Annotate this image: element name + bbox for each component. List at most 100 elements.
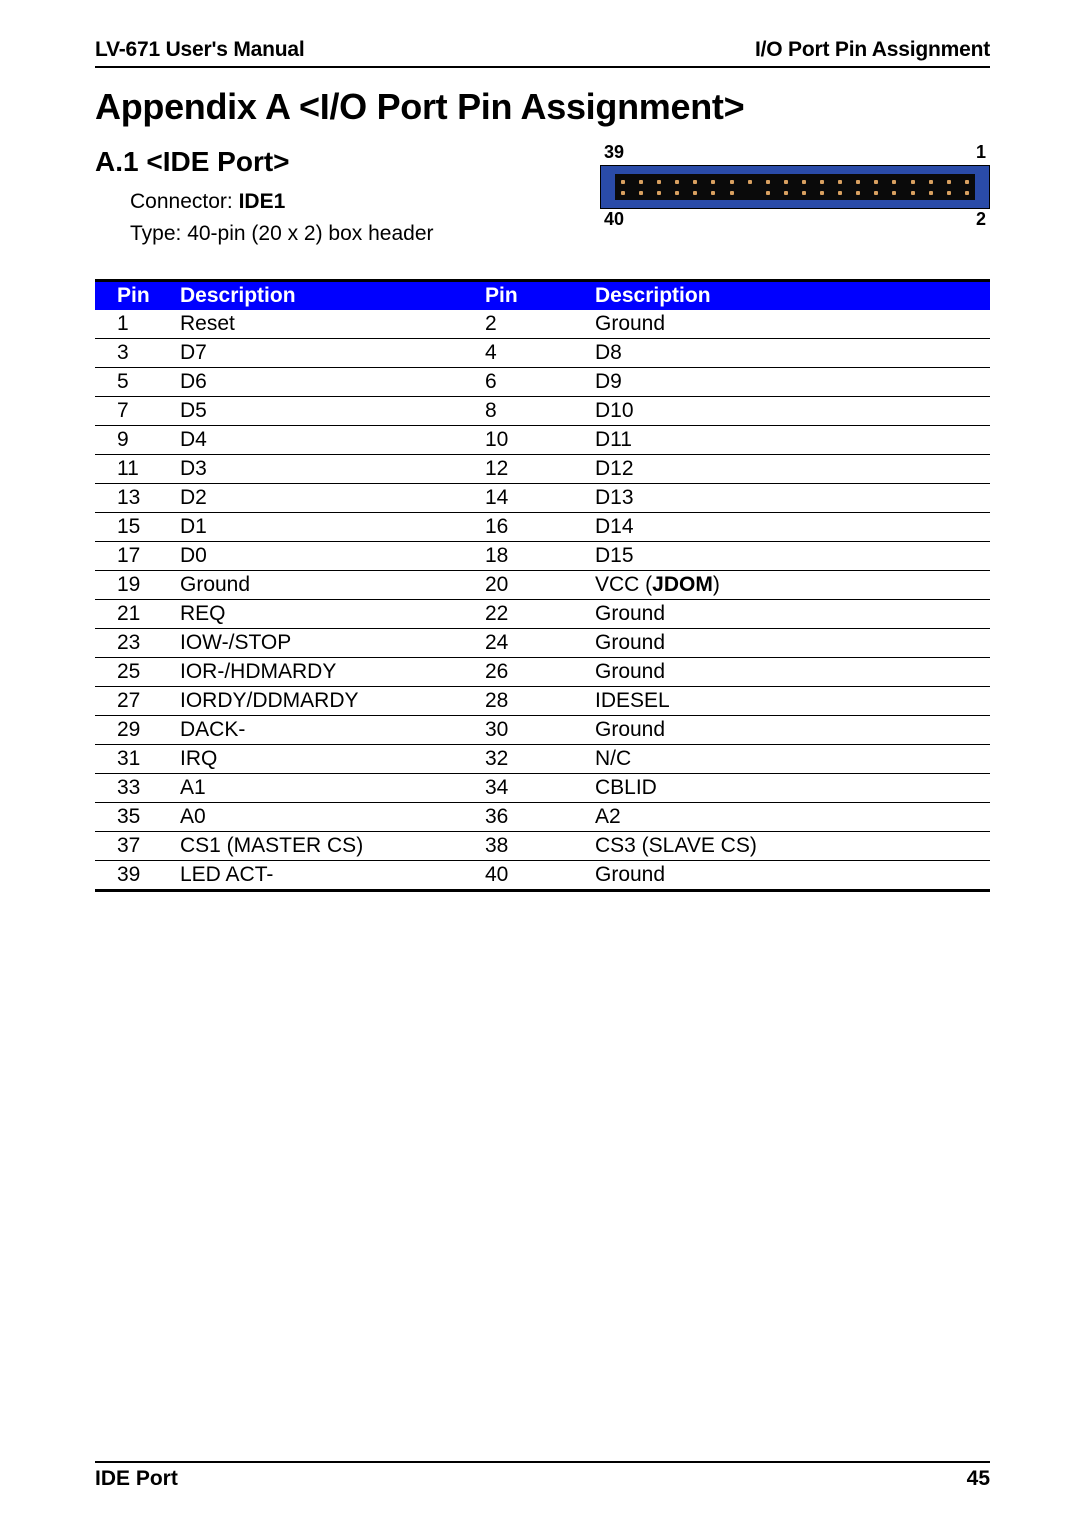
cell-pin-left: 1 bbox=[95, 310, 180, 339]
pin-label-2: 2 bbox=[976, 209, 986, 230]
cell-pin-left: 13 bbox=[95, 484, 180, 513]
footer-left: IDE Port bbox=[95, 1467, 178, 1491]
cell-desc-left: IOR-/HDMARDY bbox=[180, 658, 485, 687]
cell-desc-left: LED ACT- bbox=[180, 861, 485, 891]
cell-pin-right: 18 bbox=[485, 542, 595, 571]
cell-pin-right: 16 bbox=[485, 513, 595, 542]
cell-desc-left: Ground bbox=[180, 571, 485, 600]
cell-desc-left: D5 bbox=[180, 397, 485, 426]
pin-assignment-table: Pin Description Pin Description 1Reset2G… bbox=[95, 279, 990, 892]
cell-desc-left: D2 bbox=[180, 484, 485, 513]
cell-pin-left: 37 bbox=[95, 832, 180, 861]
cell-desc-left: A0 bbox=[180, 803, 485, 832]
type-line: Type: 40-pin (20 x 2) box header bbox=[130, 218, 434, 250]
cell-desc-left: A1 bbox=[180, 774, 485, 803]
col-header-pin1: Pin bbox=[95, 281, 180, 311]
cell-pin-right: 36 bbox=[485, 803, 595, 832]
cell-desc-right: A2 bbox=[595, 803, 990, 832]
cell-pin-right: 30 bbox=[485, 716, 595, 745]
cell-pin-right: 4 bbox=[485, 339, 595, 368]
cell-desc-right: Ground bbox=[595, 861, 990, 891]
cell-desc-left: D4 bbox=[180, 426, 485, 455]
col-header-desc1: Description bbox=[180, 281, 485, 311]
col-header-desc2: Description bbox=[595, 281, 990, 311]
cell-pin-left: 33 bbox=[95, 774, 180, 803]
header-right: I/O Port Pin Assignment bbox=[755, 38, 990, 62]
table-row: 3D74D8 bbox=[95, 339, 990, 368]
cell-pin-right: 6 bbox=[485, 368, 595, 397]
table-row: 25IOR-/HDMARDY26Ground bbox=[95, 658, 990, 687]
cell-desc-right: Ground bbox=[595, 658, 990, 687]
cell-pin-right: 38 bbox=[485, 832, 595, 861]
table-row: 19Ground20VCC (JDOM) bbox=[95, 571, 990, 600]
cell-desc-left: Reset bbox=[180, 310, 485, 339]
cell-pin-left: 35 bbox=[95, 803, 180, 832]
cell-pin-right: 28 bbox=[485, 687, 595, 716]
connector-inner bbox=[615, 174, 975, 200]
cell-desc-right: Ground bbox=[595, 716, 990, 745]
cell-desc-right: CBLID bbox=[595, 774, 990, 803]
cell-desc-right: D9 bbox=[595, 368, 990, 397]
connector-box bbox=[600, 165, 990, 209]
cell-pin-left: 39 bbox=[95, 861, 180, 891]
table-header-row: Pin Description Pin Description bbox=[95, 281, 990, 311]
cell-pin-right: 10 bbox=[485, 426, 595, 455]
table-row: 1Reset2Ground bbox=[95, 310, 990, 339]
col-header-pin2: Pin bbox=[485, 281, 595, 311]
cell-desc-left: D6 bbox=[180, 368, 485, 397]
cell-desc-right: Ground bbox=[595, 629, 990, 658]
cell-desc-right: Ground bbox=[595, 310, 990, 339]
cell-pin-right: 12 bbox=[485, 455, 595, 484]
page-header: LV-671 User's Manual I/O Port Pin Assign… bbox=[95, 38, 990, 62]
footer-divider bbox=[95, 1461, 990, 1463]
section-info: A.1 <IDE Port> Connector: IDE1 Type: 40-… bbox=[95, 146, 434, 249]
connector-line: Connector: IDE1 bbox=[130, 186, 434, 218]
table-row: 5D66D9 bbox=[95, 368, 990, 397]
table-row: 7D58D10 bbox=[95, 397, 990, 426]
cell-pin-right: 2 bbox=[485, 310, 595, 339]
cell-pin-right: 34 bbox=[485, 774, 595, 803]
cell-pin-left: 11 bbox=[95, 455, 180, 484]
connector-diagram: 39 1 40 2 bbox=[600, 142, 990, 232]
cell-pin-left: 9 bbox=[95, 426, 180, 455]
table-row: 39LED ACT-40Ground bbox=[95, 861, 990, 891]
section-heading: A.1 <IDE Port> bbox=[95, 146, 434, 178]
cell-desc-right: D13 bbox=[595, 484, 990, 513]
cell-desc-right: D14 bbox=[595, 513, 990, 542]
cell-desc-left: D7 bbox=[180, 339, 485, 368]
cell-pin-right: 14 bbox=[485, 484, 595, 513]
cell-desc-right: IDESEL bbox=[595, 687, 990, 716]
table-row: 29DACK-30Ground bbox=[95, 716, 990, 745]
cell-pin-left: 3 bbox=[95, 339, 180, 368]
cell-desc-left: DACK- bbox=[180, 716, 485, 745]
cell-desc-left: D0 bbox=[180, 542, 485, 571]
cell-desc-left: REQ bbox=[180, 600, 485, 629]
pin-label-1: 1 bbox=[976, 142, 986, 163]
table-row: 13D214D13 bbox=[95, 484, 990, 513]
cell-pin-left: 15 bbox=[95, 513, 180, 542]
cell-pin-right: 24 bbox=[485, 629, 595, 658]
cell-desc-right: D8 bbox=[595, 339, 990, 368]
cell-desc-right: D15 bbox=[595, 542, 990, 571]
cell-pin-left: 7 bbox=[95, 397, 180, 426]
cell-desc-right: N/C bbox=[595, 745, 990, 774]
cell-pin-left: 21 bbox=[95, 600, 180, 629]
pin-label-40: 40 bbox=[604, 209, 624, 230]
table-row: 31IRQ32N/C bbox=[95, 745, 990, 774]
table-row: 17D018D15 bbox=[95, 542, 990, 571]
cell-pin-left: 31 bbox=[95, 745, 180, 774]
pin-label-39: 39 bbox=[604, 142, 624, 163]
cell-desc-right: D10 bbox=[595, 397, 990, 426]
table-row: 35A036A2 bbox=[95, 803, 990, 832]
header-left: LV-671 User's Manual bbox=[95, 38, 305, 62]
cell-desc-left: D1 bbox=[180, 513, 485, 542]
cell-desc-left: IRQ bbox=[180, 745, 485, 774]
cell-desc-right: VCC (JDOM) bbox=[595, 571, 990, 600]
cell-pin-right: 22 bbox=[485, 600, 595, 629]
header-divider bbox=[95, 66, 990, 68]
cell-desc-left: CS1 (MASTER CS) bbox=[180, 832, 485, 861]
cell-pin-right: 40 bbox=[485, 861, 595, 891]
table-row: 15D116D14 bbox=[95, 513, 990, 542]
cell-desc-right: Ground bbox=[595, 600, 990, 629]
cell-desc-left: IOW-/STOP bbox=[180, 629, 485, 658]
